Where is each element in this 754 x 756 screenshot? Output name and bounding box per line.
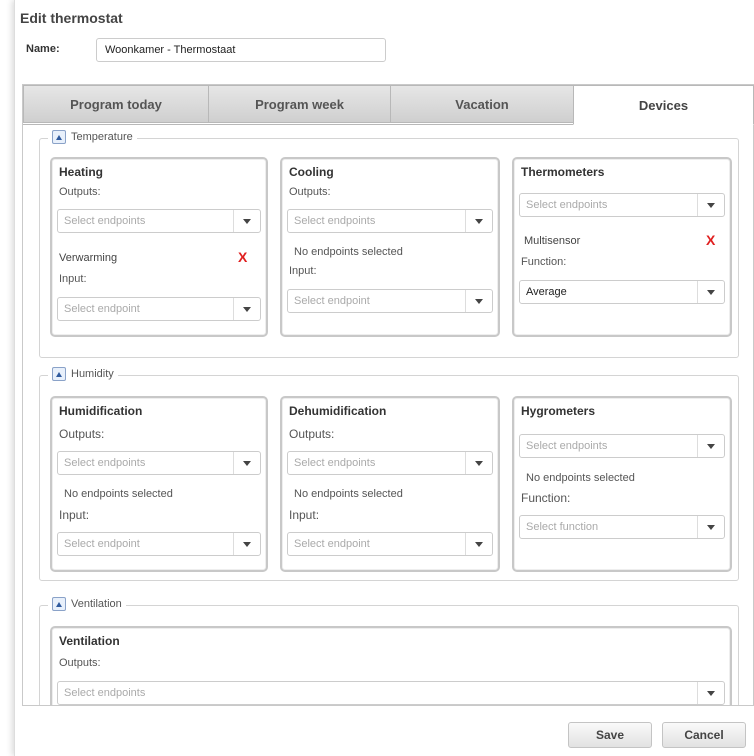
cancel-button[interactable]: Cancel (662, 722, 746, 748)
hygrometers-placeholder: Select endpoints (526, 440, 608, 452)
hygrometers-title: Hygrometers (521, 404, 596, 418)
heating-output-item: Verwarming (59, 252, 118, 264)
dialog-title: Edit thermostat (20, 10, 123, 26)
heating-outputs-select[interactable]: Select endpoints (57, 209, 261, 233)
heating-outputs-label: Outputs: (59, 186, 101, 198)
hygrometers-no-endpoints: No endpoints selected (526, 472, 635, 484)
chevron-down-icon[interactable] (233, 452, 260, 474)
chevron-down-icon[interactable] (697, 516, 724, 538)
ventilation-outputs-label: Outputs: (59, 657, 101, 669)
humidification-input-label: Input: (59, 508, 90, 522)
dehumidification-outputs-label: Outputs: (289, 427, 335, 441)
humidity-legend: Humidity (48, 367, 118, 381)
temperature-legend: Temperature (48, 130, 137, 144)
collapse-up-icon[interactable] (52, 597, 66, 611)
dehumidification-input-placeholder: Select endpoint (294, 538, 370, 550)
humidification-input-select[interactable]: Select endpoint (57, 532, 261, 556)
thermometers-card: Thermometers Select endpoints Multisenso… (512, 157, 732, 337)
hygrometers-function-select[interactable]: Select function (519, 515, 725, 539)
chevron-down-icon[interactable] (697, 682, 724, 704)
humidification-card: Humidification Outputs: Select endpoints… (50, 396, 268, 572)
hygrometers-function-label: Function: (521, 491, 571, 505)
humidification-outputs-placeholder: Select endpoints (64, 457, 146, 469)
humidity-legend-label: Humidity (71, 368, 114, 380)
cooling-outputs-label: Outputs: (289, 186, 331, 198)
chevron-down-icon[interactable] (233, 210, 260, 232)
remove-x-icon[interactable]: X (706, 232, 715, 248)
thermometers-function-select[interactable]: Average (519, 280, 725, 304)
ventilation-section: Ventilation Ventilation Outputs: Select … (39, 597, 739, 705)
hygrometers-select[interactable]: Select endpoints (519, 434, 725, 458)
humidification-no-endpoints: No endpoints selected (64, 488, 173, 500)
dehumidification-outputs-placeholder: Select endpoints (294, 457, 376, 469)
collapse-up-icon[interactable] (52, 367, 66, 381)
dehumidification-input-label: Input: (289, 508, 320, 522)
heating-title: Heating (59, 165, 104, 179)
thermometers-function-label: Function: (521, 256, 567, 268)
ventilation-legend-label: Ventilation (71, 598, 122, 610)
thermometers-title: Thermometers (521, 165, 605, 179)
heating-card: Heating Outputs: Select endpoints Verwar… (50, 157, 268, 337)
cooling-title: Cooling (289, 165, 334, 179)
tab-program-week[interactable]: Program week (208, 85, 391, 123)
dehumidification-input-select[interactable]: Select endpoint (287, 532, 493, 556)
thermometers-select[interactable]: Select endpoints (519, 193, 725, 217)
cooling-no-endpoints: No endpoints selected (294, 246, 403, 258)
tab-devices[interactable]: Devices (573, 85, 754, 125)
heating-input-select[interactable]: Select endpoint (57, 297, 261, 321)
ventilation-legend: Ventilation (48, 597, 126, 611)
cooling-input-select[interactable]: Select endpoint (287, 289, 493, 313)
tab-program-today[interactable]: Program today (23, 85, 209, 123)
chevron-down-icon[interactable] (233, 533, 260, 555)
humidity-section: Humidity Humidification Outputs: Select … (39, 367, 739, 581)
thermometer-item: Multisensor (524, 235, 581, 247)
humidification-outputs-select[interactable]: Select endpoints (57, 451, 261, 475)
chevron-down-icon[interactable] (465, 290, 492, 312)
hygrometers-card: Hygrometers Select endpoints No endpoint… (512, 396, 732, 572)
cooling-outputs-select[interactable]: Select endpoints (287, 209, 493, 233)
humidification-title: Humidification (59, 404, 143, 418)
heating-outputs-placeholder: Select endpoints (64, 215, 146, 227)
humidification-input-placeholder: Select endpoint (64, 538, 140, 550)
chevron-down-icon[interactable] (233, 298, 260, 320)
chevron-down-icon[interactable] (697, 281, 724, 303)
humidification-outputs-label: Outputs: (59, 427, 105, 441)
cooling-outputs-placeholder: Select endpoints (294, 215, 376, 227)
chevron-down-icon[interactable] (465, 452, 492, 474)
chevron-down-icon[interactable] (465, 210, 492, 232)
cooling-input-placeholder: Select endpoint (294, 295, 370, 307)
ventilation-card: Ventilation Outputs: Select endpoints (50, 626, 732, 705)
name-input[interactable] (96, 38, 386, 62)
thermometers-placeholder: Select endpoints (526, 199, 608, 211)
dehumidification-no-endpoints: No endpoints selected (294, 488, 403, 500)
tab-panel: Program today Program week Vacation Devi… (22, 84, 754, 706)
heating-input-placeholder: Select endpoint (64, 303, 140, 315)
temperature-section: Temperature Heating Outputs: Select endp… (39, 130, 739, 358)
temperature-legend-label: Temperature (71, 131, 133, 143)
cooling-card: Cooling Outputs: Select endpoints No end… (280, 157, 500, 337)
save-button[interactable]: Save (568, 722, 652, 748)
chevron-down-icon[interactable] (465, 533, 492, 555)
ventilation-outputs-select[interactable]: Select endpoints (57, 681, 725, 705)
thermometers-function-value: Average (526, 286, 567, 298)
cooling-input-label: Input: (289, 265, 317, 277)
chevron-down-icon[interactable] (697, 194, 724, 216)
heating-input-label: Input: (59, 273, 87, 285)
tab-vacation[interactable]: Vacation (390, 85, 574, 123)
tab-bar: Program today Program week Vacation Devi… (23, 85, 754, 125)
ventilation-title: Ventilation (59, 634, 120, 648)
hygrometers-function-placeholder: Select function (526, 521, 599, 533)
dehumidification-card: Dehumidification Outputs: Select endpoin… (280, 396, 500, 572)
ventilation-outputs-placeholder: Select endpoints (64, 687, 146, 699)
remove-x-icon[interactable]: X (238, 249, 247, 265)
chevron-down-icon[interactable] (697, 435, 724, 457)
dehumidification-outputs-select[interactable]: Select endpoints (287, 451, 493, 475)
dehumidification-title: Dehumidification (289, 404, 387, 418)
collapse-up-icon[interactable] (52, 130, 66, 144)
name-label: Name: (26, 43, 60, 55)
devices-content: Temperature Heating Outputs: Select endp… (23, 125, 753, 705)
